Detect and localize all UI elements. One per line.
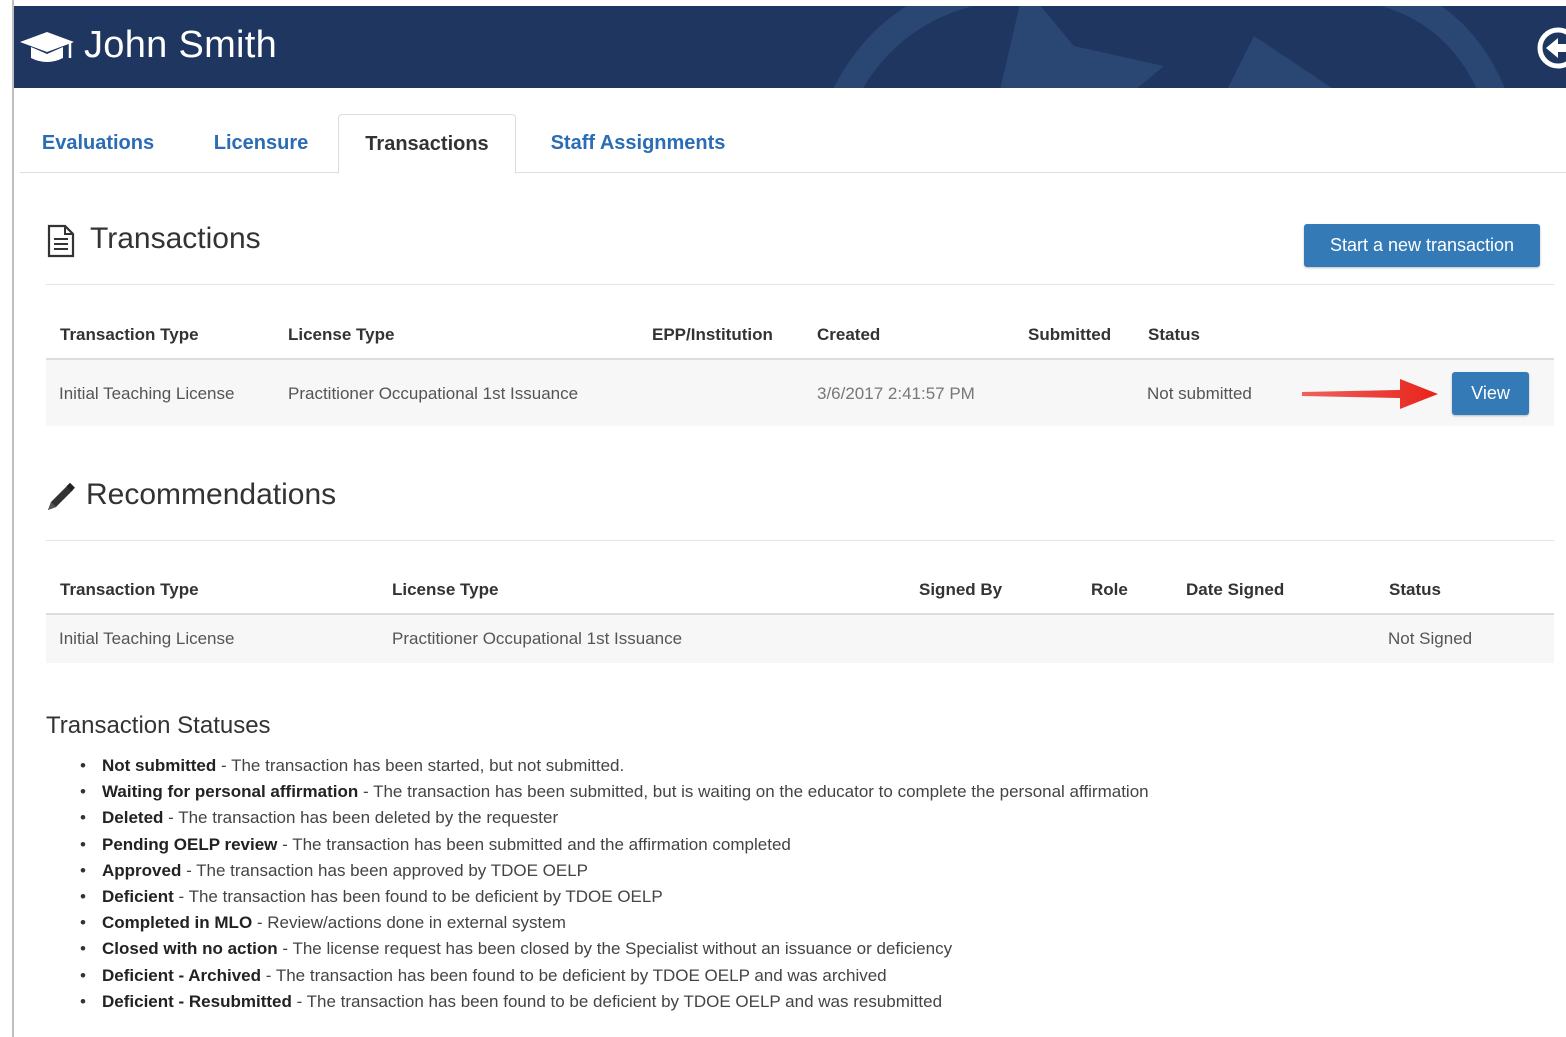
- status-name: Deleted: [102, 808, 164, 828]
- pencil-icon: [48, 482, 75, 510]
- status-list: Not submitted - The transaction has been…: [80, 753, 1149, 1015]
- cell-license-type: Practitioner Occupational 1st Issuance: [288, 384, 579, 403]
- top-header: John Smith: [14, 6, 1566, 88]
- status-desc: - The transaction has been approved by T…: [181, 860, 588, 880]
- list-item: Waiting for personal affirmation - The t…: [80, 779, 1149, 805]
- list-item: Pending OELP review - The transaction ha…: [80, 832, 1149, 858]
- recommendations-divider: [46, 540, 1554, 541]
- cell-status: Not Signed: [1388, 629, 1473, 648]
- status-desc: - The transaction has been deleted by th…: [163, 808, 559, 828]
- page: John Smith Evaluations Licensure Transac…: [0, 0, 1566, 1037]
- col-signed-by: Signed By: [919, 580, 1003, 599]
- status-name: Deficient: [102, 886, 174, 906]
- tab-bar: Evaluations Licensure Transactions Staff…: [20, 114, 1566, 174]
- status-name: Completed in MLO: [102, 913, 253, 933]
- list-item: Not submitted - The transaction has been…: [80, 753, 1149, 779]
- recommendations-title: Recommendations: [86, 478, 337, 511]
- tab-licensure[interactable]: Licensure: [200, 114, 322, 172]
- cell-license-type: Practitioner Occupational 1st Issuance: [392, 629, 683, 648]
- list-item: Deficient - Resubmitted - The transactio…: [80, 989, 1149, 1015]
- status-desc: - The transaction has been found to be d…: [291, 991, 943, 1011]
- status-desc: - The license request has been closed by…: [277, 939, 953, 959]
- transaction-statuses-title: Transaction Statuses: [46, 712, 271, 739]
- status-desc: - The transaction has been found to be d…: [261, 965, 887, 985]
- cell-created: 3/6/2017 2:41:57 PM: [817, 384, 975, 403]
- col-transaction-type: Transaction Type: [60, 580, 199, 599]
- status-name: Not submitted: [102, 756, 217, 775]
- table-row: [46, 615, 1554, 663]
- logout-icon[interactable]: [1536, 26, 1566, 70]
- graduation-cap-icon: [20, 32, 74, 62]
- status-name: Pending OELP review: [102, 834, 278, 854]
- col-status: Status: [1389, 580, 1441, 599]
- list-item: Completed in MLO - Review/actions done i…: [80, 910, 1149, 936]
- cell-transaction-type: Initial Teaching License: [59, 629, 235, 648]
- status-desc: - The transaction has been started, but …: [216, 756, 625, 775]
- left-border: [12, 0, 14, 1037]
- col-epp-institution: EPP/Institution: [652, 325, 773, 344]
- col-submitted: Submitted: [1028, 325, 1112, 344]
- status-name: Deficient - Resubmitted: [102, 991, 292, 1011]
- status-desc: - The transaction has been found to be d…: [173, 886, 663, 906]
- list-item: Deleted - The transaction has been delet…: [80, 805, 1149, 831]
- transactions-title: Transactions: [90, 222, 261, 255]
- user-name: John Smith: [84, 24, 278, 66]
- status-name: Approved: [102, 860, 182, 880]
- transactions-divider: [46, 284, 1554, 285]
- status-name: Waiting for personal affirmation: [102, 782, 359, 802]
- red-arrow-annotation-icon: [1302, 379, 1438, 409]
- status-name: Deficient - Archived: [102, 965, 262, 985]
- col-status: Status: [1148, 325, 1200, 344]
- cell-status: Not submitted: [1147, 384, 1252, 403]
- col-date-signed: Date Signed: [1186, 580, 1285, 599]
- tab-staff-assignments[interactable]: Staff Assignments: [532, 114, 744, 172]
- list-item: Approved - The transaction has been appr…: [80, 858, 1149, 884]
- col-role: Role: [1091, 580, 1128, 599]
- status-desc: - The transaction has been submitted and…: [277, 834, 791, 854]
- col-transaction-type: Transaction Type: [60, 325, 199, 344]
- col-license-type: License Type: [392, 580, 499, 599]
- col-license-type: License Type: [288, 325, 395, 344]
- list-item: Deficient - The transaction has been fou…: [80, 884, 1149, 910]
- status-desc: - Review/actions done in external system: [252, 913, 566, 933]
- cell-transaction-type: Initial Teaching License: [59, 384, 235, 403]
- list-item: Closed with no action - The license requ…: [80, 936, 1149, 962]
- tab-evaluations[interactable]: Evaluations: [28, 114, 168, 172]
- status-desc: - The transaction has been submitted, bu…: [358, 782, 1149, 802]
- view-button[interactable]: View: [1452, 372, 1529, 415]
- status-name: Closed with no action: [102, 939, 278, 959]
- col-created: Created: [817, 325, 881, 344]
- start-new-transaction-button[interactable]: Start a new transaction: [1304, 224, 1540, 267]
- tab-transactions[interactable]: Transactions: [338, 114, 516, 174]
- list-item: Deficient - Archived - The transaction h…: [80, 963, 1149, 989]
- document-icon: [47, 224, 75, 258]
